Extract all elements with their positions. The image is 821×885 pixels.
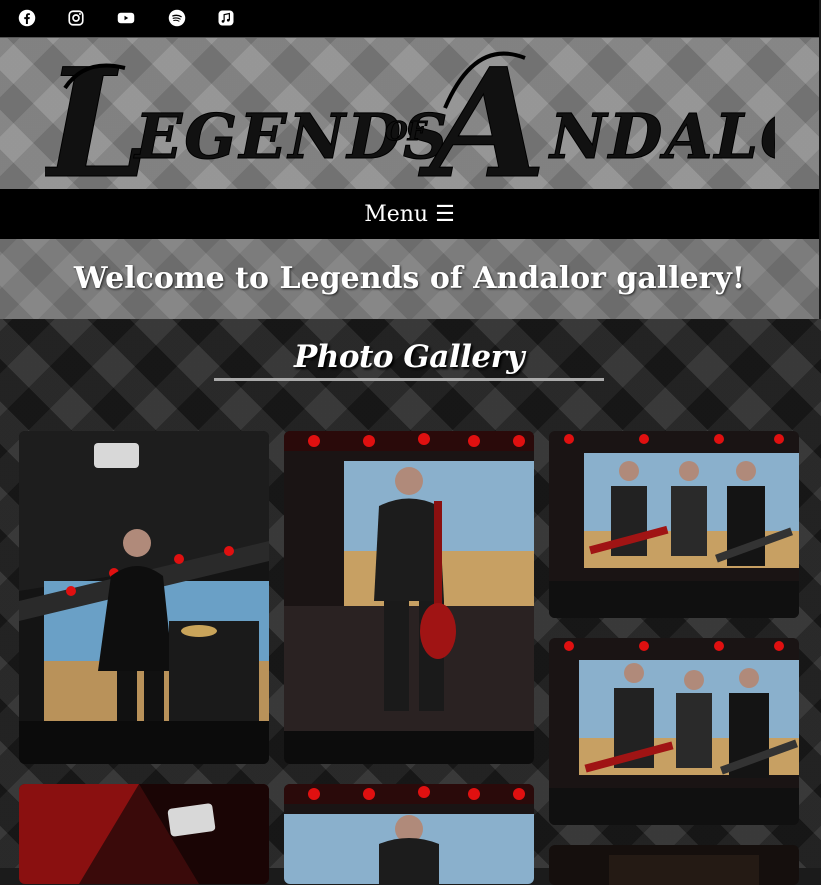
band-logo[interactable]: L EGENDS OF A NDALOR [45, 48, 775, 183]
apple-music-icon[interactable] [217, 9, 235, 27]
gallery-photo[interactable] [19, 431, 269, 764]
logo-letter-a: A [418, 48, 546, 183]
gallery-photo[interactable] [284, 431, 534, 764]
instagram-icon[interactable] [67, 9, 85, 27]
spotify-icon[interactable] [168, 9, 186, 27]
photo-band-trio-2 [549, 638, 799, 825]
photo-band-trio-1 [549, 431, 799, 618]
youtube-icon[interactable] [116, 9, 136, 27]
social-bar [0, 0, 819, 38]
photo-stage-speaker [19, 784, 269, 884]
gallery-photo[interactable] [284, 784, 534, 884]
photo-guitarist-stage [284, 784, 534, 884]
menu-toggle[interactable]: Menu ☰ [0, 189, 819, 239]
welcome-heading: Welcome to Legends of Andalor gallery! [73, 261, 746, 296]
gallery-photo[interactable] [549, 431, 799, 618]
menu-label: Menu ☰ [364, 202, 455, 227]
gallery-title: Photo Gallery [294, 339, 525, 375]
facebook-icon[interactable] [18, 9, 36, 27]
header-banner: L EGENDS OF A NDALOR [0, 38, 819, 189]
logo-word-ndalor: NDALOR [548, 100, 775, 173]
photo-guitarist-red-guitar [284, 431, 534, 764]
gallery-photo[interactable] [19, 784, 269, 884]
welcome-banner: Welcome to Legends of Andalor gallery! [0, 239, 819, 319]
gallery-photo[interactable] [549, 638, 799, 825]
gallery-photo[interactable] [549, 845, 799, 885]
gallery-title-underline [214, 378, 604, 381]
gallery-section: Photo Gallery [0, 319, 821, 885]
logo-word-of: OF [385, 117, 428, 147]
photo-singer-on-stage [19, 431, 269, 764]
photo-dark [549, 845, 799, 885]
